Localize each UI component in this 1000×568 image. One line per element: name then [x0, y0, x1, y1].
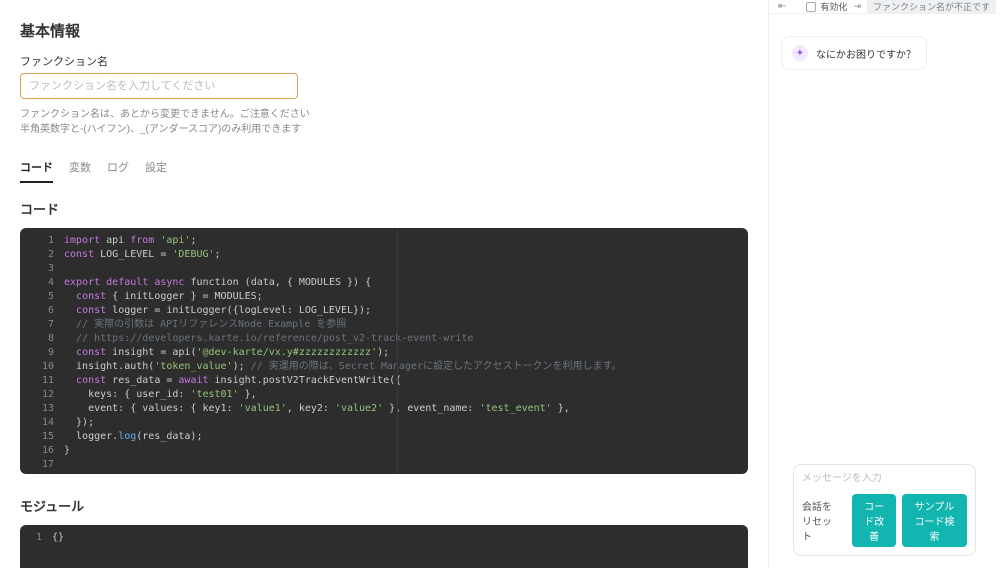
code-editor[interactable]: 1234567891011121314151617 import api fro…	[20, 228, 748, 474]
chat-greeting-bubble: ✦ なにかお困りですか？	[781, 36, 927, 70]
module-content: {}	[52, 532, 64, 543]
enable-toggle[interactable]: 有効化	[806, 0, 847, 13]
sample-code-button[interactable]: サンプルコード検索	[902, 494, 967, 547]
reset-chat-button[interactable]: 会話をリセット	[802, 498, 840, 543]
chat-input[interactable]	[802, 473, 967, 484]
bot-icon: ✦	[792, 45, 808, 61]
tab-logs[interactable]: ログ	[107, 153, 129, 183]
editor-title: コード	[20, 199, 748, 218]
tabs: コード 変数 ログ 設定	[20, 153, 748, 185]
module-editor[interactable]: 1 {}	[20, 525, 748, 568]
tab-variables[interactable]: 変数	[69, 153, 91, 183]
section-title-basic: 基本情報	[20, 20, 748, 41]
checkbox-icon	[806, 2, 816, 12]
function-name-input[interactable]	[20, 73, 298, 99]
enable-label: 有効化	[820, 0, 847, 13]
collapse-icon[interactable]: ⇤	[778, 1, 786, 12]
tab-code[interactable]: コード	[20, 153, 53, 183]
improve-code-button[interactable]: コード改善	[852, 494, 895, 547]
module-title: モジュール	[20, 496, 748, 515]
pin-icon[interactable]: ⇥	[853, 1, 861, 12]
function-name-help-2: 半角英数字と-(ハイフン)、_(アンダースコア)のみ利用できます	[20, 120, 748, 135]
chat-greeting-text: なにかお困りですか？	[816, 46, 916, 61]
tab-settings[interactable]: 設定	[145, 153, 167, 183]
function-name-label: ファンクション名	[20, 53, 748, 69]
chat-composer: 会話をリセット コード改善 サンプルコード検索	[793, 464, 976, 556]
validation-badge: ファンクション名が不正です	[867, 0, 996, 14]
function-name-help-1: ファンクション名は、あとから変更できません。ご注意ください	[20, 105, 748, 120]
